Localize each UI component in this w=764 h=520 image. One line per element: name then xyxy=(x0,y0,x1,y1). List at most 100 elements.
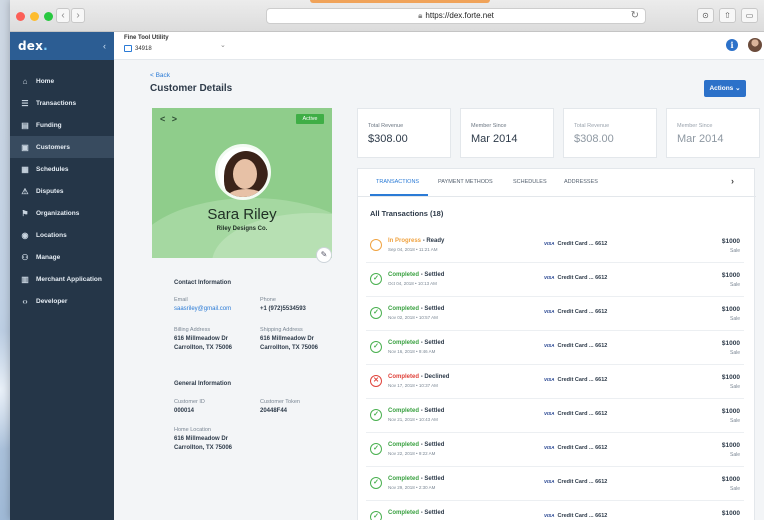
payment-method: VISA Credit Card ... 6612 xyxy=(544,479,607,485)
chevron-down-icon[interactable]: ⌄ xyxy=(220,41,226,49)
transaction-status: Completed - Settled xyxy=(388,510,444,516)
visa-icon: VISA xyxy=(544,241,555,246)
card-label: Credit Card ... 6612 xyxy=(557,479,608,485)
actions-button[interactable]: Actions ⌄ xyxy=(704,80,746,97)
tab-transactions[interactable]: TRANSACTIONS xyxy=(376,179,419,185)
stat-value: $308.00 xyxy=(368,133,408,145)
transaction-row[interactable]: ✕ Completed - Declined Nov 17, 2018 • 10:3… xyxy=(366,365,744,399)
transaction-row[interactable]: In Progress - Ready Sep 04, 2018 • 11:21 … xyxy=(366,229,744,263)
back-arrow-icon[interactable]: ‹ xyxy=(56,8,70,23)
share-icon[interactable]: ⇧ xyxy=(719,8,736,23)
visa-icon: VISA xyxy=(544,309,555,314)
edit-pencil-icon[interactable]: ✎ xyxy=(316,247,332,263)
transaction-date: Nov 29, 2018 • 2:30 AM xyxy=(388,485,436,490)
transaction-date: Nov 21, 2018 • 10:43 AM xyxy=(388,417,438,422)
transaction-row[interactable]: ✓ Completed - Settled Oct 04, 2018 • 10:13… xyxy=(366,263,744,297)
status-secondary: - Declined xyxy=(420,374,450,380)
zoom-window-button[interactable] xyxy=(44,12,53,21)
sidebar-item-merchant-application[interactable]: ▥ Merchant Application xyxy=(10,268,114,290)
tab-addresses[interactable]: ADDRESSES xyxy=(564,179,598,185)
sidebar-item-developer[interactable]: ‹› Developer xyxy=(10,290,114,312)
customer-id-value: 000014 xyxy=(174,408,195,414)
reload-icon[interactable]: ↻ xyxy=(631,9,639,23)
transaction-status: Completed - Settled xyxy=(388,442,444,448)
transaction-row[interactable]: ✓ Completed - Settled Nov 22, 2018 • 9:22 … xyxy=(366,433,744,467)
visa-icon: VISA xyxy=(544,275,555,280)
stat-label: Total Revenue xyxy=(574,123,610,129)
sidebar-item-label: Merchant Application xyxy=(36,275,102,283)
info-icon[interactable]: i xyxy=(726,39,738,51)
back-link[interactable]: < Back xyxy=(150,72,170,79)
visa-icon: VISA xyxy=(544,377,555,382)
page-title: Customer Details xyxy=(150,83,233,94)
workspace-title[interactable]: Fine Tool Utility xyxy=(124,35,169,41)
sidebar-item-transactions[interactable]: ☰ Transactions xyxy=(10,92,114,114)
customer-token-label: Customer Token xyxy=(260,399,300,405)
status-secondary: - Settled xyxy=(420,306,445,312)
minimize-window-button[interactable] xyxy=(30,12,39,21)
transaction-amount: $1000 xyxy=(721,510,740,517)
close-window-button[interactable] xyxy=(16,12,25,21)
customer-token-value: 20448F44 xyxy=(260,408,288,414)
transaction-amount: $1000 xyxy=(721,272,740,279)
transactions-title: All Transactions (18) xyxy=(370,209,444,218)
transaction-row[interactable]: ✓Completed - SettledNov 17, 2018 • 9:46 … xyxy=(366,501,744,520)
sidebar-item-label: Funding xyxy=(36,121,62,129)
tabs-overview-icon[interactable]: ▭ xyxy=(741,8,758,23)
chevron-right-icon[interactable]: › xyxy=(731,176,734,186)
transaction-type: Sale xyxy=(729,418,740,424)
shipping-address-label: Shipping Address xyxy=(260,327,303,333)
dex-logo[interactable]: dex. xyxy=(18,39,48,53)
sidebar-item-disputes[interactable]: ⚠ Disputes xyxy=(10,180,114,202)
code-icon: ‹› xyxy=(22,296,28,306)
status-secondary: - Settled xyxy=(420,340,445,346)
sidebar-item-manage[interactable]: ⚇ Manage xyxy=(10,246,114,268)
manage-icon: ⚇ xyxy=(21,252,29,262)
payment-method: VISA Credit Card ... 6612 xyxy=(544,411,607,417)
transaction-row[interactable]: ✓ Completed - Settled Nov 02, 2018 • 10:57… xyxy=(366,297,744,331)
transaction-row[interactable]: ✓ Completed - Settled Nov 16, 2018 • 9:46 … xyxy=(366,331,744,365)
transaction-status: Completed - Settled xyxy=(388,306,444,312)
billing-address-line2: Carrollton, TX 75006 xyxy=(174,345,233,351)
sidebar-item-home[interactable]: ⌂ Home xyxy=(10,70,114,92)
pending-circle-icon xyxy=(370,239,382,251)
sidebar-item-locations[interactable]: ◉ Locations xyxy=(10,224,114,246)
email-value[interactable]: saasriley@gmail.com xyxy=(174,305,231,313)
transaction-date: Nov 16, 2018 • 9:46 AM xyxy=(388,349,436,354)
sidebar-item-schedules[interactable]: ▦ Schedules xyxy=(10,158,114,180)
tab-schedules[interactable]: SCHEDULES xyxy=(513,179,547,185)
payment-method: VISA Credit Card ... 6612 xyxy=(544,513,607,519)
card-label: Credit Card ... 6612 xyxy=(557,309,608,315)
stat-value: Mar 2014 xyxy=(471,133,518,145)
sidebar-item-customers[interactable]: ▣ Customers xyxy=(10,136,114,158)
transaction-date: Nov 17, 2018 • 10:37 AM xyxy=(388,383,438,388)
sidebar-item-organizations[interactable]: ⚑ Organizations xyxy=(10,202,114,224)
user-avatar[interactable] xyxy=(748,38,762,52)
card-label: Credit Card ... 6612 xyxy=(557,241,608,247)
chevron-left-icon[interactable]: ‹ xyxy=(103,41,106,51)
transaction-row[interactable]: ✓ Completed - Settled Nov 29, 2018 • 2:30 … xyxy=(366,467,744,501)
transaction-row[interactable]: ✓ Completed - Settled Nov 21, 2018 • 10:43… xyxy=(366,399,744,433)
transaction-status: Completed - Settled xyxy=(388,340,444,346)
transaction-amount: $1000 xyxy=(721,476,740,483)
status-badge: Active xyxy=(296,114,324,124)
transaction-type: Sale xyxy=(729,248,740,254)
stat-card-revenue: Total Revenue $308.00 xyxy=(563,108,657,158)
card-label: Credit Card ... 6612 xyxy=(557,275,608,281)
x-circle-icon: ✕ xyxy=(370,375,382,387)
customer-photo xyxy=(215,144,271,200)
general-info-header: General Information xyxy=(174,381,232,387)
tab-payment-methods[interactable]: PAYMENT METHODS xyxy=(438,179,493,185)
profile-nav-arrows[interactable]: < > xyxy=(160,114,179,124)
downloads-icon[interactable]: ⊙ xyxy=(697,8,714,23)
organizations-icon: ⚑ xyxy=(21,208,29,218)
customer-company: Riley Designs Co. xyxy=(216,226,268,232)
forward-arrow-icon[interactable]: › xyxy=(71,8,85,23)
address-bar[interactable]: 🔒︎ https://dex.forte.net ↻ xyxy=(266,8,646,24)
sidebar-item-label: Home xyxy=(36,77,55,85)
disputes-icon: ⚠ xyxy=(21,186,29,196)
home-location-label: Home Location xyxy=(174,427,211,433)
sidebar-item-funding[interactable]: ▤ Funding xyxy=(10,114,114,136)
workspace-selector[interactable]: 34918 xyxy=(124,45,152,52)
transaction-status: Completed - Declined xyxy=(388,374,449,380)
